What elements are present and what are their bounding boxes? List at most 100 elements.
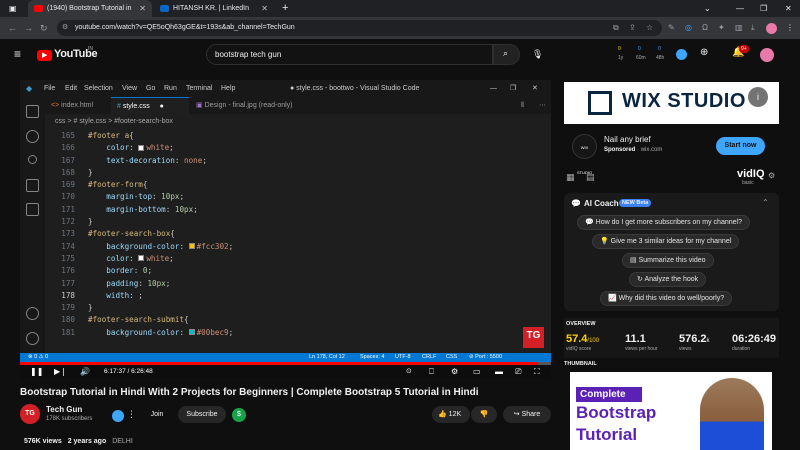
close-window-icon[interactable]: ✕: [785, 0, 792, 17]
notification-count-badge: 9+: [739, 45, 749, 53]
ad-info-icon[interactable]: i: [748, 87, 768, 107]
line-number: 173: [61, 229, 75, 239]
omega-extension-icon[interactable]: Ω: [702, 22, 708, 34]
vscode-logo-icon: ◆: [26, 84, 33, 93]
linkedin-favicon-icon: [160, 5, 169, 12]
code-token: ;: [169, 143, 174, 153]
ai-prompt-ideas[interactable]: 💡 Give me 3 similar ideas for my channel: [592, 234, 740, 249]
extensions-icon: [26, 203, 39, 216]
collapse-chevron-icon[interactable]: ⌃: [762, 198, 769, 207]
autoplay-toggle[interactable]: ⊙: [406, 365, 412, 379]
channel-name[interactable]: Tech Gun: [46, 405, 82, 414]
channel-avatar[interactable]: TG: [20, 404, 40, 424]
menu-terminal: Terminal: [186, 85, 213, 92]
hamburger-menu-icon[interactable]: ≡: [14, 47, 21, 61]
voice-search-icon[interactable]: 🎙: [532, 49, 543, 60]
minimize-icon[interactable]: —: [736, 0, 744, 17]
line-number: 167: [61, 155, 75, 165]
maximize-icon[interactable]: ❐: [760, 0, 767, 17]
cast-icon[interactable]: ⎚: [515, 365, 521, 379]
browser-tab-linkedin[interactable]: HITANSH KR. | LinkedIn ✕: [154, 0, 274, 17]
new-tab-button[interactable]: +: [282, 0, 288, 17]
pause-icon[interactable]: ❚❚: [30, 365, 43, 379]
code-token: width: [106, 290, 130, 300]
prompt-text: Analyze the hook: [644, 276, 699, 283]
site-info-icon[interactable]: ⚙: [62, 20, 68, 36]
extensions-puzzle-icon[interactable]: ✦: [718, 22, 725, 34]
close-tab-icon[interactable]: ✕: [261, 0, 268, 17]
vidiq-settings-icon[interactable]: ⚙: [768, 171, 775, 180]
code-token: ;: [202, 155, 207, 165]
settings-gear-icon[interactable]: ⚙: [451, 365, 458, 379]
code-token: ;: [228, 241, 234, 251]
code-token: margin-bottom: [106, 204, 166, 214]
profile-avatar-icon[interactable]: [766, 23, 777, 34]
bookmark-star-icon[interactable]: ☆: [646, 20, 653, 36]
code-token: {: [142, 180, 148, 190]
forward-icon[interactable]: →: [24, 21, 33, 35]
vidiq-channel-icon[interactable]: [112, 410, 124, 422]
counter-value: 0: [618, 46, 621, 52]
stat-number: 06:26:49: [732, 333, 777, 345]
address-bar[interactable]: ⚙ youtube.com/watch?v=QE5oQh63gGE&t=193s…: [57, 20, 662, 36]
like-button[interactable]: 👍 12K: [432, 406, 470, 423]
ai-prompt-subscribers[interactable]: 💬 How do I get more subscribers on my ch…: [577, 215, 750, 230]
ad-cta-button[interactable]: Start now: [716, 137, 765, 155]
create-video-icon[interactable]: ⊕: [700, 47, 708, 58]
vscode-maximize-icon: ❐: [510, 85, 517, 92]
search-button[interactable]: ⌕: [493, 44, 520, 65]
sidebar-icon[interactable]: ▥: [735, 22, 743, 34]
dislike-button[interactable]: 👎: [471, 406, 497, 423]
volume-icon[interactable]: 🔊: [80, 365, 90, 379]
vidiq-subscribe-icon[interactable]: $: [232, 408, 246, 422]
subscribe-button[interactable]: Subscribe: [178, 406, 226, 423]
code-token: :: [165, 204, 175, 214]
vidiq-counters: 0 0 0 1y 60m 48h: [615, 45, 675, 65]
next-icon[interactable]: ▶❘: [54, 365, 67, 379]
miniplayer-icon[interactable]: ▭: [473, 365, 481, 379]
refresh-icon: ↻: [637, 276, 643, 283]
vidiq-extension-icon[interactable]: ◎: [685, 22, 692, 34]
line-content: background-color: #fcc302;: [88, 241, 233, 253]
chart-icon[interactable]: ▤: [586, 172, 595, 183]
back-icon[interactable]: ←: [8, 21, 17, 35]
ai-prompt-hook[interactable]: ↻ Analyze the hook: [629, 272, 707, 287]
vidiq-header-icon[interactable]: [676, 49, 687, 60]
editor-tab-label: index.html: [61, 102, 94, 109]
line-content: border: 0;: [88, 265, 152, 277]
browser-menu-icon[interactable]: ▣: [9, 0, 17, 17]
ai-prompt-performance[interactable]: 📈 Why did this video do well/poorly?: [600, 291, 733, 306]
eyedropper-icon[interactable]: ✎: [668, 22, 675, 34]
code-line: 180 #footer-search-submit{: [45, 314, 545, 326]
browser-tab-youtube[interactable]: (1940) Bootstrap Tutorial in ✕: [28, 0, 152, 17]
close-tab-icon[interactable]: ✕: [139, 0, 146, 17]
search-input[interactable]: bootstrap tech gun: [206, 44, 493, 65]
reload-icon[interactable]: ↻: [40, 21, 48, 35]
code-token: white: [146, 143, 170, 153]
color-swatch: [188, 243, 195, 250]
browser-kebab-icon[interactable]: ⋮: [786, 22, 794, 34]
join-button[interactable]: Join: [141, 406, 173, 423]
ad-title[interactable]: Nail any brief: [604, 135, 651, 144]
stat-number: 57.4: [566, 333, 588, 345]
install-icon[interactable]: ⧉: [613, 20, 619, 36]
share-button[interactable]: ↪ Share: [503, 406, 551, 423]
account-avatar[interactable]: [760, 48, 774, 62]
downloads-icon[interactable]: ⤓: [751, 22, 755, 34]
fullscreen-icon[interactable]: ⛶: [534, 365, 540, 379]
grid-icon[interactable]: ▦: [566, 172, 575, 183]
code-token: color: [106, 253, 130, 263]
code-token: ;: [165, 278, 171, 288]
theater-mode-icon[interactable]: ▬: [495, 365, 503, 379]
code-token: ;: [169, 253, 174, 263]
status-encoding: UTF-8: [395, 354, 411, 360]
tab-search-icon[interactable]: ⌄: [704, 0, 711, 17]
ai-prompt-summarize[interactable]: ▤ Summarize this video: [622, 253, 714, 268]
subtitles-icon[interactable]: ⎕: [429, 365, 434, 379]
share-icon[interactable]: ⇪: [629, 20, 636, 36]
youtube-header: ≡ ▶ YouTube IN bootstrap tech gun ⌕ 🎙 0 …: [0, 39, 800, 72]
video-player[interactable]: ◆ File Edit Selection View Go Run Termin…: [20, 80, 551, 379]
channel-more-icon[interactable]: ⋮: [127, 409, 136, 420]
